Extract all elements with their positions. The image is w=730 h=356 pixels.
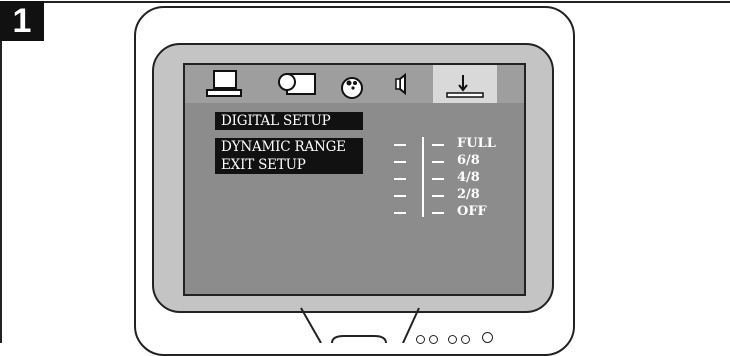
tab-general-setup[interactable] — [203, 65, 247, 103]
speaker-icon — [395, 72, 406, 96]
frame-left-line — [0, 1, 2, 343]
menu-item-dynamic-range[interactable]: DYNAMIC RANGE — [215, 138, 363, 156]
disc-icon — [341, 77, 363, 99]
scale-dash-right — [432, 161, 444, 163]
scale-dash-left — [394, 195, 406, 197]
tab-digital-setup[interactable] — [433, 65, 497, 103]
scale-dash-right — [432, 178, 444, 180]
speech-bubble-icon — [278, 73, 316, 95]
tv-screen: DIGITAL SETUP DYNAMIC RANGE EXIT SETUP F… — [183, 63, 526, 296]
digital-setup-icon — [446, 75, 484, 98]
setup-menu-bar — [185, 65, 524, 103]
level-label-full: FULL — [457, 136, 496, 151]
level-label-4-8: 4/8 — [457, 170, 480, 185]
power-button-icon[interactable] — [482, 332, 493, 343]
scale-dash-left — [394, 212, 406, 214]
step-number-badge: 1 — [0, 1, 44, 41]
frame-top-line — [0, 1, 730, 3]
tab-disc-setup[interactable] — [337, 65, 367, 103]
level-label-2-8: 2/8 — [457, 187, 480, 202]
scale-dash-right — [432, 212, 444, 214]
scale-dash-left — [394, 161, 406, 163]
tab-audio-setup[interactable] — [391, 65, 419, 103]
scale-dash-right — [432, 144, 444, 146]
tv-icon — [206, 70, 242, 97]
tv-stand-lines — [300, 307, 420, 343]
menu-item-exit-setup[interactable]: EXIT SETUP — [215, 156, 363, 174]
tab-language-setup[interactable] — [273, 65, 319, 103]
scale-dash-left — [394, 178, 406, 180]
menu-item-digital-setup: DIGITAL SETUP — [215, 112, 363, 130]
scale-slider-bar[interactable] — [422, 137, 424, 217]
scale-dash-right — [432, 195, 444, 197]
level-label-6-8: 6/8 — [457, 153, 480, 168]
scale-dash-left — [394, 144, 406, 146]
level-label-off: OFF — [457, 204, 487, 219]
